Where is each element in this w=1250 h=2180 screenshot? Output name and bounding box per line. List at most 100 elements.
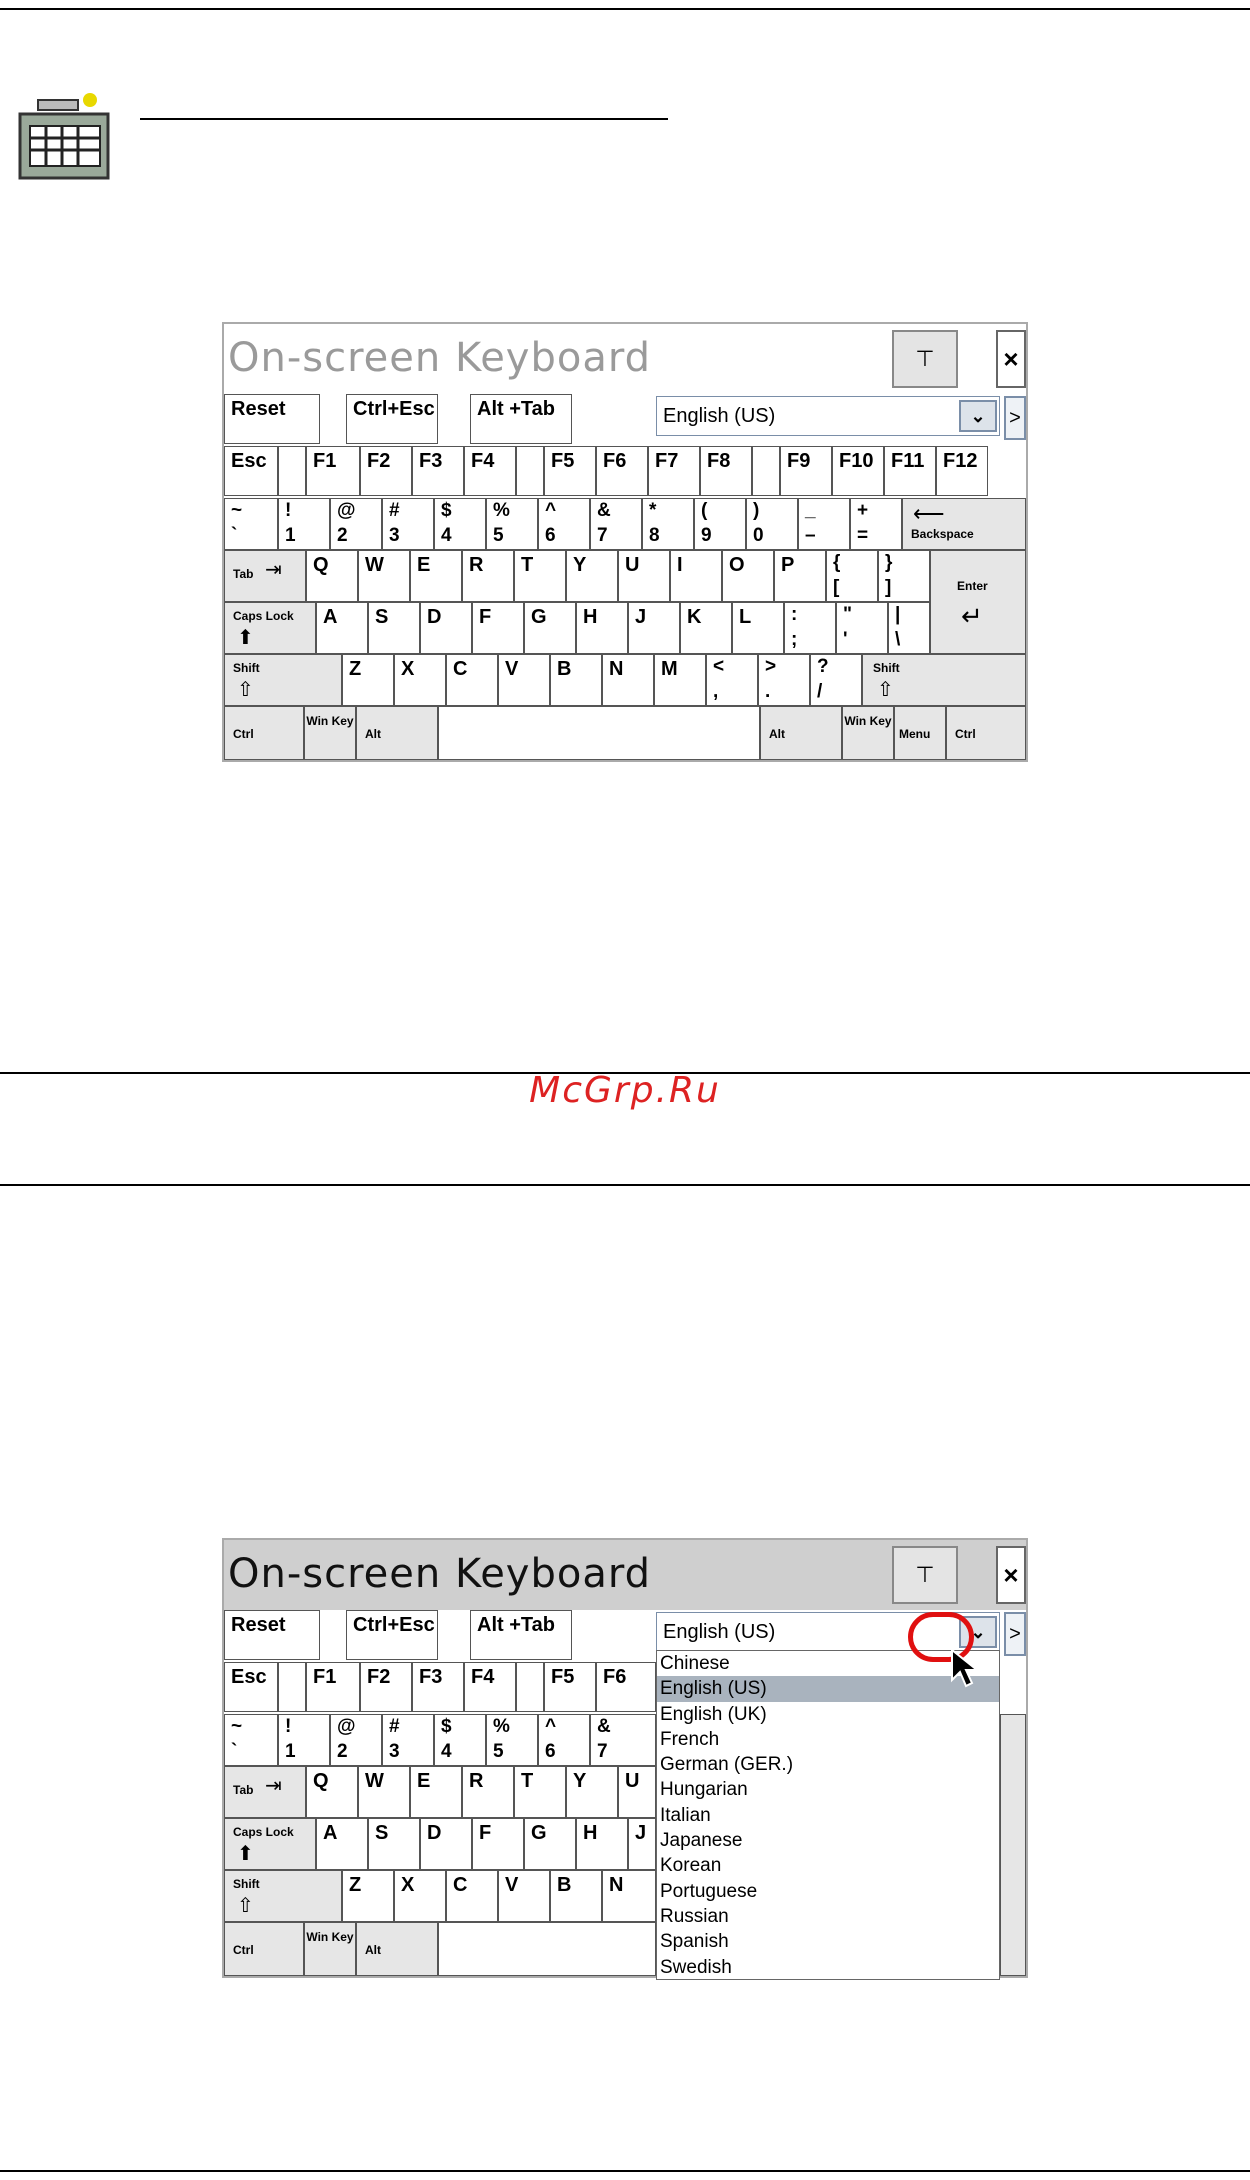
key-3[interactable]: #3 <box>382 1714 434 1766</box>
key-s[interactable]: S <box>368 1818 420 1870</box>
key-g[interactable]: G <box>524 1818 576 1870</box>
f5-key[interactable]: F5 <box>544 446 596 496</box>
ctrl-esc-key[interactable]: Ctrl+Esc <box>346 1610 438 1660</box>
f6-key[interactable]: F6 <box>596 446 648 496</box>
key-q[interactable]: Q <box>306 1766 358 1818</box>
key-5[interactable]: % 5 <box>486 498 538 550</box>
key-c[interactable]: C <box>446 654 498 706</box>
key-a[interactable]: A <box>316 1818 368 1870</box>
key-1[interactable]: ! 1 <box>278 1714 330 1766</box>
key-d[interactable]: D <box>420 1818 472 1870</box>
f11-key[interactable]: F11 <box>884 446 936 496</box>
left-shift-key[interactable]: Shift ⇧ <box>224 654 342 706</box>
left-ctrl-key[interactable]: Ctrl <box>224 706 304 760</box>
key-v[interactable]: V <box>498 1870 550 1922</box>
left-win-key[interactable]: Win Key <box>304 1922 356 1976</box>
space-bar[interactable] <box>438 1922 656 1976</box>
key-x[interactable]: X <box>394 1870 446 1922</box>
language-option[interactable]: Hungarian <box>657 1777 999 1802</box>
key-y[interactable]: Y <box>566 550 618 602</box>
key-8[interactable]: * 8 <box>642 498 694 550</box>
key-m[interactable]: M <box>654 654 706 706</box>
tilde-key[interactable]: ~ ` <box>224 498 278 550</box>
close-bracket-key[interactable]: }] <box>878 550 930 602</box>
key-j[interactable]: J <box>628 1818 656 1870</box>
key-n[interactable]: N <box>602 1870 656 1922</box>
f2-key[interactable]: F2 <box>360 1662 412 1712</box>
key-4[interactable]: $4 <box>434 498 486 550</box>
key-s[interactable]: S <box>368 602 420 654</box>
f4-key[interactable]: F4 <box>464 446 516 496</box>
language-option[interactable]: German (GER.) <box>657 1752 999 1777</box>
key-3[interactable]: #3 <box>382 498 434 550</box>
key-0[interactable]: ) 0 <box>746 498 798 550</box>
open-bracket-key[interactable]: {[ <box>826 550 878 602</box>
key-g[interactable]: G <box>524 602 576 654</box>
backspace-key[interactable]: ⟵ Backspace <box>902 498 1026 550</box>
key-r[interactable]: R <box>462 550 514 602</box>
f12-key[interactable]: F12 <box>936 446 988 496</box>
key-4[interactable]: $4 <box>434 1714 486 1766</box>
f2-key[interactable]: F2 <box>360 446 412 496</box>
space-bar[interactable] <box>438 706 760 760</box>
key-a[interactable]: A <box>316 602 368 654</box>
language-option[interactable]: Italian <box>657 1803 999 1828</box>
alt-tab-key[interactable]: Alt +Tab <box>470 394 572 444</box>
left-win-key[interactable]: Win Key <box>304 706 356 760</box>
left-alt-key[interactable]: Alt <box>356 1922 438 1976</box>
key-2[interactable]: @2 <box>330 498 382 550</box>
key-l[interactable]: L <box>732 602 784 654</box>
right-win-key[interactable]: Win Key <box>842 706 894 760</box>
key-e[interactable]: E <box>410 550 462 602</box>
f5-key[interactable]: F5 <box>544 1662 596 1712</box>
close-button[interactable]: × <box>996 330 1026 388</box>
key-w[interactable]: W <box>358 1766 410 1818</box>
caps-lock-key[interactable]: Caps Lock ⬆ <box>224 602 316 654</box>
tab-key[interactable]: Tab ⇥ <box>224 550 306 602</box>
key-i[interactable]: I <box>670 550 722 602</box>
key-5[interactable]: % 5 <box>486 1714 538 1766</box>
right-ctrl-key[interactable]: Ctrl <box>946 706 1026 760</box>
language-option[interactable]: Swedish <box>657 1955 999 1980</box>
left-alt-key[interactable]: Alt <box>356 706 438 760</box>
esc-key[interactable]: Esc <box>224 1662 278 1712</box>
f7-key[interactable]: F7 <box>648 446 700 496</box>
key-b[interactable]: B <box>550 654 602 706</box>
key-u[interactable]: U <box>618 550 670 602</box>
f8-key[interactable]: F8 <box>700 446 752 496</box>
key-z[interactable]: Z <box>342 1870 394 1922</box>
key-n[interactable]: N <box>602 654 654 706</box>
key-t[interactable]: T <box>514 1766 566 1818</box>
key-t[interactable]: T <box>514 550 566 602</box>
key-f[interactable]: F <box>472 602 524 654</box>
pin-button[interactable]: ⊤ <box>892 1546 958 1604</box>
right-alt-key[interactable]: Alt <box>760 706 842 760</box>
key-e[interactable]: E <box>410 1766 462 1818</box>
f3-key[interactable]: F3 <box>412 1662 464 1712</box>
caps-lock-key[interactable]: Caps Lock ⬆ <box>224 1818 316 1870</box>
alt-tab-key[interactable]: Alt +Tab <box>470 1610 572 1660</box>
f6-key[interactable]: F6 <box>596 1662 656 1712</box>
language-option[interactable]: Korean <box>657 1853 999 1878</box>
slash-key[interactable]: ? / <box>810 654 862 706</box>
language-option[interactable]: Japanese <box>657 1828 999 1853</box>
f1-key[interactable]: F1 <box>306 446 360 496</box>
f9-key[interactable]: F9 <box>780 446 832 496</box>
key-7[interactable]: & 7 <box>590 498 642 550</box>
key-2[interactable]: @2 <box>330 1714 382 1766</box>
left-shift-key[interactable]: Shift ⇧ <box>224 1870 342 1922</box>
key-v[interactable]: V <box>498 654 550 706</box>
key-1[interactable]: ! 1 <box>278 498 330 550</box>
menu-key[interactable]: Menu <box>894 706 946 760</box>
key-u[interactable]: U <box>618 1766 656 1818</box>
expand-button[interactable]: > <box>1004 396 1026 440</box>
key-h[interactable]: H <box>576 1818 628 1870</box>
key-7[interactable]: & 7 <box>590 1714 656 1766</box>
key-b[interactable]: B <box>550 1870 602 1922</box>
key-w[interactable]: W <box>358 550 410 602</box>
language-option[interactable]: English (UK) <box>657 1702 999 1727</box>
key-r[interactable]: R <box>462 1766 514 1818</box>
reset-key[interactable]: Reset <box>224 394 320 444</box>
key-p[interactable]: P <box>774 550 826 602</box>
key-6[interactable]: ^ 6 <box>538 1714 590 1766</box>
